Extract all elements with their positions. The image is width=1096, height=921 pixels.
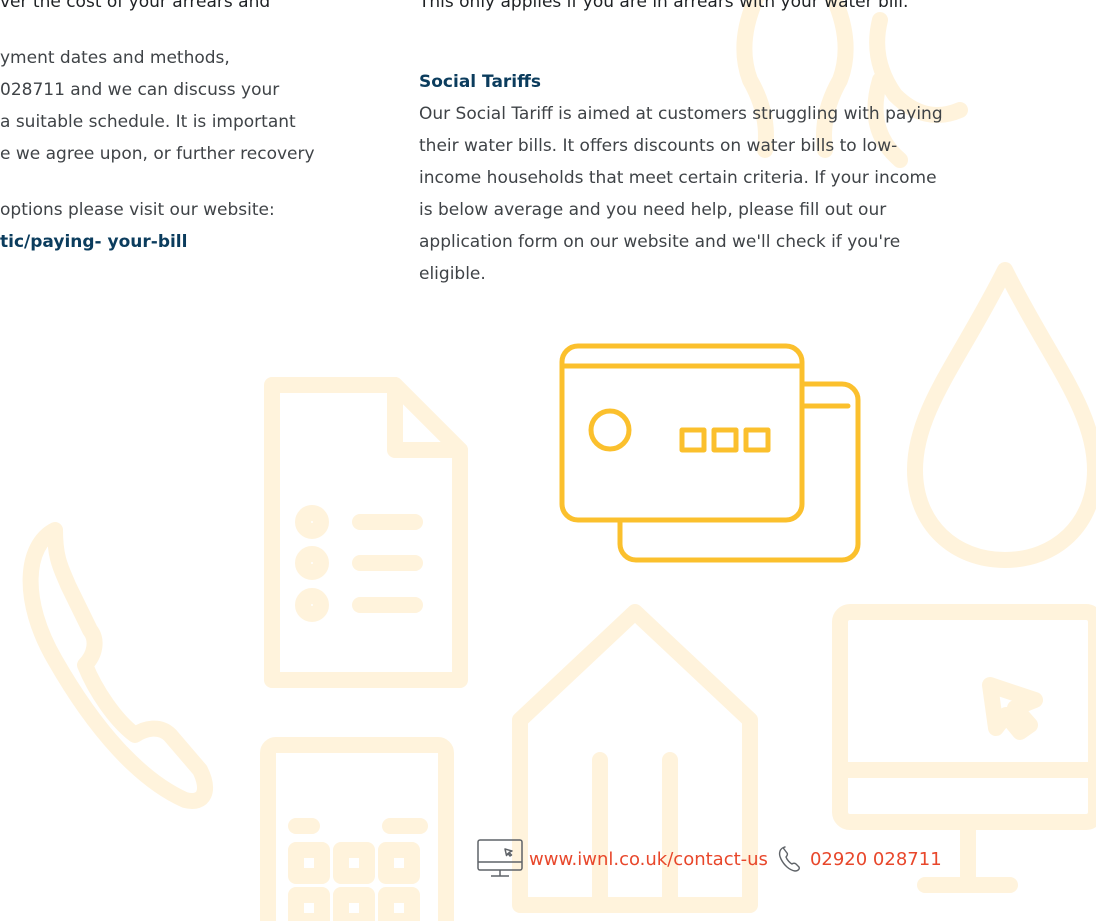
- paragraph-line: income households that meet certain crit…: [419, 168, 937, 188]
- paragraph-line: application form on our website and we'l…: [419, 232, 901, 252]
- left-line-3: 028711 and we can discuss your: [0, 80, 280, 100]
- calculator-icon: [260, 737, 454, 921]
- phone-icon: [778, 846, 800, 872]
- website-link[interactable]: www.iwnl.co.uk/contact-us: [529, 849, 768, 870]
- left-line-2: yment dates and methods,: [0, 48, 230, 68]
- social-tariffs-heading: Social Tariffs: [419, 72, 542, 92]
- paragraph-line: Our Social Tariff is aimed at customers …: [419, 104, 943, 124]
- paragraph-line: their water bills. It offers discounts o…: [419, 136, 898, 156]
- left-line-4: a suitable schedule. It is important: [0, 112, 296, 132]
- document-icon: [264, 377, 468, 688]
- page: ver the cost of your arrears and yment d…: [0, 0, 1096, 921]
- handset-icon: [22, 522, 213, 809]
- paragraph-line: eligible.: [419, 264, 486, 284]
- bill-payment-link[interactable]: tic/paying- your-bill: [0, 226, 380, 258]
- phone-number[interactable]: 02920 028711: [810, 849, 942, 870]
- left-line-1: ver the cost of your arrears and: [0, 0, 271, 12]
- water-drop-icon: [907, 262, 1096, 568]
- right-text-column: This only applies if you are in arrears …: [419, 0, 1039, 290]
- left-line-5: e we agree upon, or further recovery: [0, 144, 315, 164]
- left-line-6: options please visit our website:: [0, 200, 275, 220]
- contact-bar: www.iwnl.co.uk/contact-us 02920 028711: [475, 838, 942, 880]
- paragraph-line: is below average and you need help, plea…: [419, 200, 887, 220]
- arrears-note: This only applies if you are in arrears …: [419, 0, 909, 12]
- payment-cards-icon: [559, 343, 861, 563]
- left-text-column: ver the cost of your arrears and yment d…: [0, 0, 380, 258]
- computer-icon: [477, 839, 523, 877]
